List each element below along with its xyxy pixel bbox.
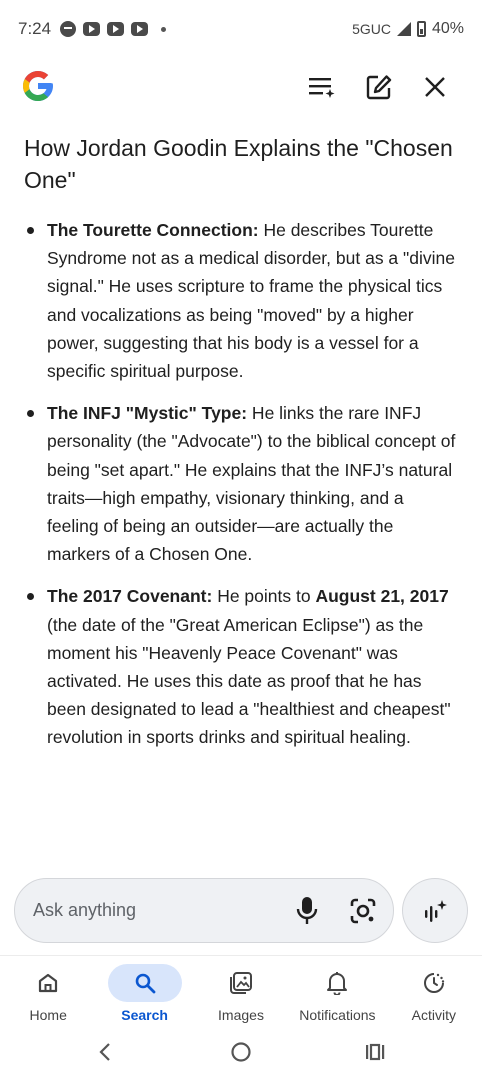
bullet-emphasis-date: August 21, 2017 bbox=[315, 586, 449, 607]
images-icon bbox=[230, 972, 253, 994]
nav-home[interactable]: Home bbox=[0, 956, 96, 1035]
battery-icon bbox=[416, 21, 426, 37]
search-icon bbox=[135, 973, 156, 994]
ai-mode-button[interactable] bbox=[402, 878, 468, 943]
ai-answer: How Jordan Goodin Explains the "Chosen O… bbox=[24, 132, 458, 766]
nav-home-pill bbox=[11, 964, 85, 1002]
bullet-heading: The INFJ "Mystic" Type: bbox=[47, 403, 248, 424]
activity-icon bbox=[423, 973, 445, 993]
nav-home-label: Home bbox=[29, 1007, 67, 1023]
nav-activity-pill bbox=[397, 964, 471, 1002]
nav-notifications-label: Notifications bbox=[299, 1007, 376, 1023]
messenger-notification-icon bbox=[60, 21, 77, 37]
signal-icon bbox=[396, 22, 411, 36]
home-icon bbox=[39, 973, 58, 993]
microphone-icon[interactable] bbox=[295, 896, 319, 926]
network-type: 5GUC bbox=[352, 21, 391, 37]
youtube-notification-icon bbox=[107, 22, 125, 36]
bullet-text: He points to bbox=[212, 586, 316, 607]
bullet-heading: The 2017 Covenant: bbox=[47, 586, 213, 607]
youtube-notification-icon bbox=[83, 22, 101, 36]
recent-apps-icon[interactable] bbox=[360, 1040, 390, 1064]
bullet-text: He links the rare INFJ personality (the … bbox=[47, 403, 456, 565]
bullet-item: The 2017 Covenant: He points to August 2… bbox=[24, 582, 458, 751]
nav-search[interactable]: Search bbox=[96, 956, 192, 1035]
app-header bbox=[0, 58, 482, 118]
bottom-navigation: Home Search Images Notifications Activit… bbox=[0, 955, 482, 1035]
back-icon[interactable] bbox=[90, 1040, 120, 1064]
status-left: 7:24 bbox=[18, 19, 167, 39]
google-lens-icon[interactable] bbox=[349, 897, 377, 925]
bell-icon bbox=[327, 972, 348, 995]
bullet-text: He describes Tourette Syndrome not as a … bbox=[47, 220, 455, 382]
nav-notifications[interactable]: Notifications bbox=[289, 956, 385, 1035]
bullet-item: The INFJ "Mystic" Type: He links the rar… bbox=[24, 399, 458, 568]
nav-notifications-pill bbox=[300, 964, 374, 1002]
more-notifications-dot-icon bbox=[161, 26, 167, 32]
nav-activity[interactable]: Activity bbox=[386, 956, 482, 1035]
youtube-notification-icon bbox=[131, 22, 149, 36]
nav-images-label: Images bbox=[218, 1007, 264, 1023]
ask-bar[interactable] bbox=[14, 878, 394, 943]
nav-activity-label: Activity bbox=[411, 1007, 456, 1023]
home-circle-icon[interactable] bbox=[226, 1040, 256, 1064]
google-logo-icon[interactable] bbox=[20, 68, 56, 104]
status-right: 5GUC 40% bbox=[352, 20, 464, 38]
close-icon[interactable] bbox=[420, 72, 450, 102]
nav-images[interactable]: Images bbox=[193, 956, 289, 1035]
answer-title: How Jordan Goodin Explains the "Chosen O… bbox=[24, 135, 453, 193]
edit-icon[interactable] bbox=[364, 72, 394, 102]
nav-search-label: Search bbox=[121, 1007, 168, 1023]
nav-search-pill bbox=[107, 964, 182, 1002]
nav-images-pill bbox=[204, 964, 278, 1002]
ai-sparkle-icon bbox=[425, 899, 447, 922]
battery-level: 40% bbox=[431, 20, 464, 37]
bullet-heading: The Tourette Connection: bbox=[47, 220, 259, 240]
system-navigation-bar bbox=[0, 1030, 482, 1074]
answer-bullet-list: The Tourette Connection: He describes To… bbox=[24, 216, 458, 752]
status-bar: 7:24 5GUC 40% bbox=[0, 0, 482, 58]
playlist-add-icon[interactable] bbox=[307, 72, 337, 102]
status-time: 7:24 bbox=[18, 19, 52, 38]
ask-input[interactable] bbox=[33, 900, 283, 921]
bullet-text: (the date of the "Great American Eclipse… bbox=[47, 614, 451, 748]
bullet-item: The Tourette Connection: He describes To… bbox=[24, 216, 458, 385]
